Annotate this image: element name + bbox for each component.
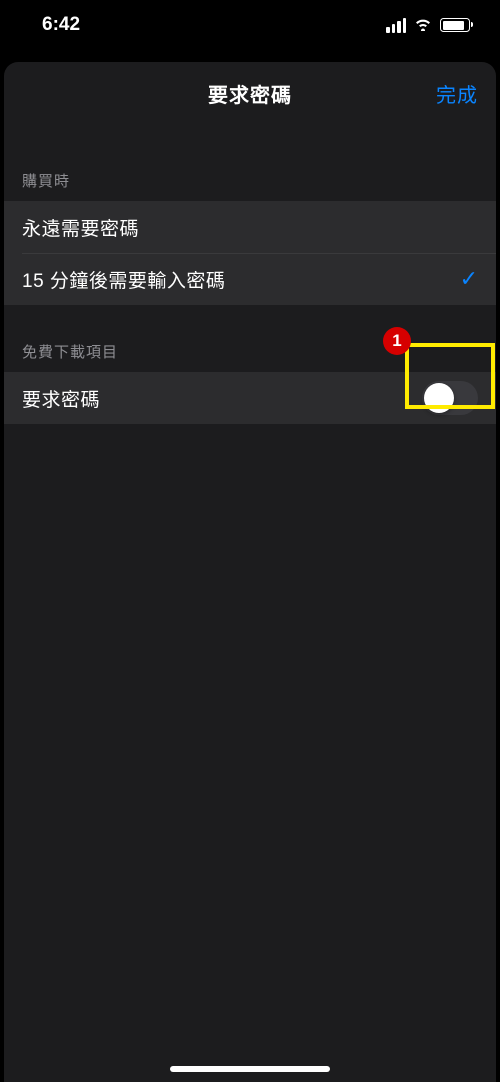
done-button[interactable]: 完成 [436, 79, 478, 108]
status-icons [386, 15, 470, 36]
option-always-require[interactable]: 永遠需要密碼 [4, 201, 496, 253]
require-password-toggle[interactable] [422, 381, 478, 415]
battery-icon [440, 18, 470, 32]
page-title: 要求密碼 [208, 79, 292, 108]
section-header-free-downloads: 免費下載項目 [4, 305, 496, 372]
option-label: 永遠需要密碼 [22, 214, 139, 241]
checkmark-icon: ✓ [460, 266, 478, 292]
home-indicator[interactable] [170, 1066, 330, 1072]
option-label: 15 分鐘後需要輸入密碼 [22, 266, 225, 293]
toggle-knob [424, 383, 454, 413]
wifi-icon [413, 15, 433, 36]
section-header-purchases: 購買時 [4, 124, 496, 201]
nav-bar: 要求密碼 完成 [4, 62, 496, 124]
toggle-label: 要求密碼 [22, 385, 100, 412]
settings-modal: 要求密碼 完成 購買時 永遠需要密碼 15 分鐘後需要輸入密碼 ✓ 免費下載項目… [4, 62, 496, 1082]
status-bar: 6:42 [0, 0, 500, 50]
option-require-after-15min[interactable]: 15 分鐘後需要輸入密碼 ✓ [4, 253, 496, 305]
row-require-password-toggle: 要求密碼 [4, 372, 496, 424]
status-time: 6:42 [42, 14, 80, 36]
cellular-signal-icon [386, 18, 406, 33]
